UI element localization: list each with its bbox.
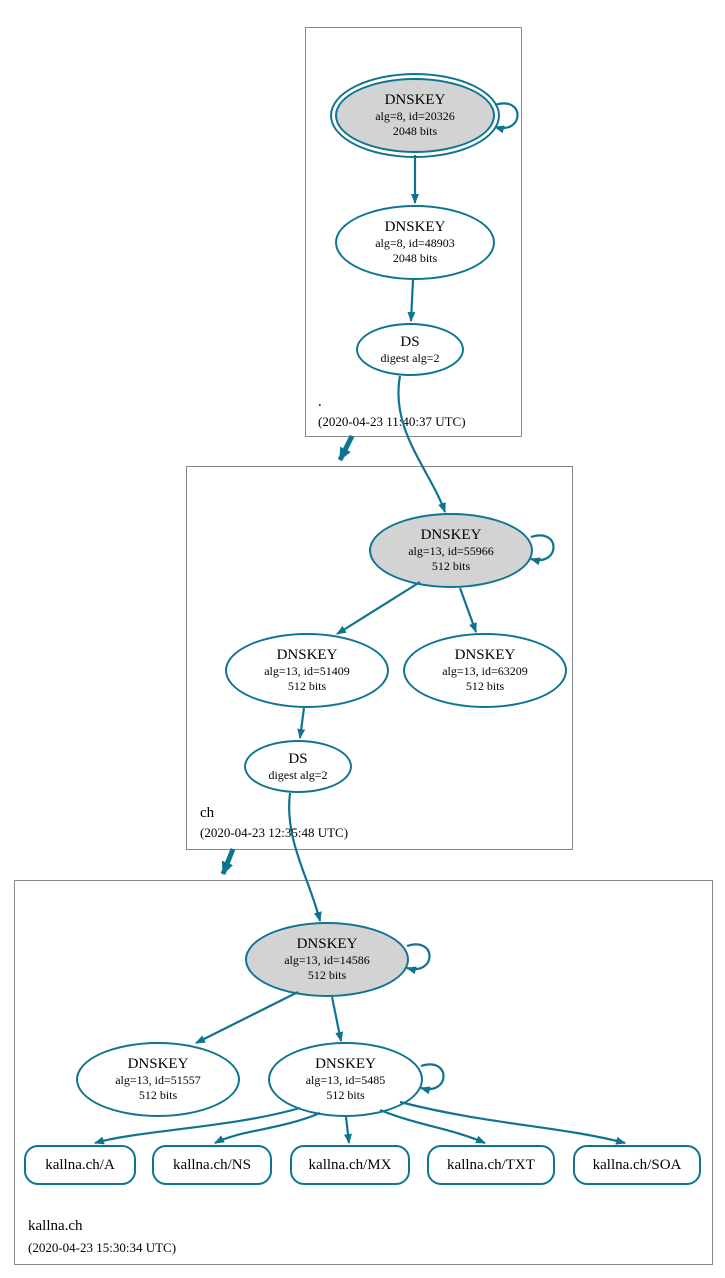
node-ch-zsk1: DNSKEY alg=13, id=51409 512 bits: [225, 633, 389, 708]
node-title: DNSKEY: [385, 92, 446, 109]
node-sub: alg=13, id=63209: [442, 664, 528, 679]
node-bits: 512 bits: [432, 559, 470, 574]
node-ch-zsk2: DNSKEY alg=13, id=63209 512 bits: [403, 633, 567, 708]
node-sub: alg=13, id=51409: [264, 664, 350, 679]
node-sub: alg=13, id=14586: [284, 953, 370, 968]
node-sub: digest alg=2: [380, 351, 439, 366]
node-ch-ds: DS digest alg=2: [244, 740, 352, 793]
node-title: DNSKEY: [421, 527, 482, 544]
node-bits: 2048 bits: [393, 251, 437, 266]
node-bits: 512 bits: [466, 679, 504, 694]
node-leaf-zsk2: DNSKEY alg=13, id=5485 512 bits: [268, 1042, 423, 1117]
node-sub: digest alg=2: [268, 768, 327, 783]
zone-ch-name: ch: [200, 805, 214, 822]
node-root-ds: DS digest alg=2: [356, 323, 464, 376]
rr-ns: kallna.ch/NS: [152, 1145, 272, 1185]
rr-mx: kallna.ch/MX: [290, 1145, 410, 1185]
node-bits: 512 bits: [326, 1088, 364, 1103]
node-leaf-ksk: DNSKEY alg=13, id=14586 512 bits: [245, 922, 409, 997]
rr-a: kallna.ch/A: [24, 1145, 136, 1185]
node-bits: 2048 bits: [393, 124, 437, 139]
zone-root-ts: (2020-04-23 11:40:37 UTC): [318, 414, 466, 430]
zone-leaf-ts: (2020-04-23 15:30:34 UTC): [28, 1240, 176, 1256]
zone-ch-ts: (2020-04-23 12:35:48 UTC): [200, 825, 348, 841]
node-sub: alg=8, id=48903: [375, 236, 455, 251]
node-bits: 512 bits: [139, 1088, 177, 1103]
node-title: DNSKEY: [455, 647, 516, 664]
node-leaf-zsk1: DNSKEY alg=13, id=51557 512 bits: [76, 1042, 240, 1117]
node-root-ksk: DNSKEY alg=8, id=20326 2048 bits: [335, 78, 495, 153]
node-title: DS: [288, 751, 307, 768]
rr-txt: kallna.ch/TXT: [427, 1145, 555, 1185]
node-title: DNSKEY: [277, 647, 338, 664]
node-title: DNSKEY: [315, 1056, 376, 1073]
node-root-zsk: DNSKEY alg=8, id=48903 2048 bits: [335, 205, 495, 280]
node-title: DS: [400, 334, 419, 351]
node-title: DNSKEY: [297, 936, 358, 953]
node-title: DNSKEY: [128, 1056, 189, 1073]
node-title: DNSKEY: [385, 219, 446, 236]
node-sub: alg=8, id=20326: [375, 109, 455, 124]
node-sub: alg=13, id=51557: [115, 1073, 201, 1088]
node-bits: 512 bits: [288, 679, 326, 694]
zone-leaf-name: kallna.ch: [28, 1218, 83, 1235]
node-sub: alg=13, id=5485: [306, 1073, 386, 1088]
node-ch-ksk: DNSKEY alg=13, id=55966 512 bits: [369, 513, 533, 588]
zone-root-name: .: [318, 394, 322, 411]
rr-soa: kallna.ch/SOA: [573, 1145, 701, 1185]
node-bits: 512 bits: [308, 968, 346, 983]
node-sub: alg=13, id=55966: [408, 544, 494, 559]
